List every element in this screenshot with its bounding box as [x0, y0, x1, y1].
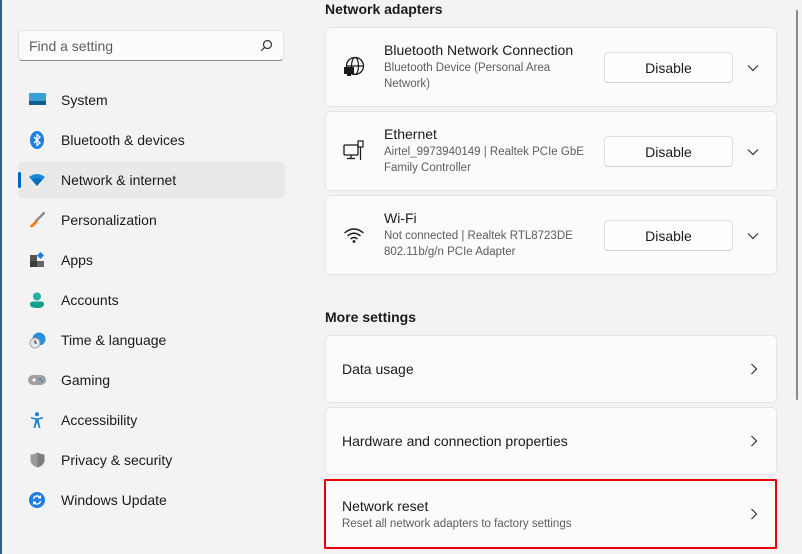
sidebar-item-label: Apps	[61, 252, 93, 268]
main-content: Network adapters Bluetooth Network Conne…	[325, 0, 778, 554]
sidebar-item-accounts[interactable]: Accounts	[18, 282, 285, 318]
sidebar-item-label: Windows Update	[61, 492, 167, 508]
sidebar: System Bluetooth & devices Network & int…	[0, 0, 300, 554]
chevron-right-icon	[746, 506, 762, 522]
sidebar-nav: System Bluetooth & devices Network & int…	[18, 82, 285, 522]
ethernet-icon	[342, 139, 366, 163]
disable-button[interactable]: Disable	[604, 220, 733, 251]
chevron-down-icon[interactable]	[745, 144, 761, 160]
update-icon	[28, 491, 46, 509]
sidebar-item-accessibility[interactable]: Accessibility	[18, 402, 285, 438]
section-title-network-adapters: Network adapters	[325, 1, 443, 17]
network-reset-link[interactable]: Network reset Reset all network adapters…	[325, 480, 777, 548]
adapter-card-wifi: Wi-Fi Not connected | Realtek RTL8723DE …	[325, 195, 777, 275]
chevron-right-icon	[746, 433, 762, 449]
sidebar-item-personalization[interactable]: Personalization	[18, 202, 285, 238]
chevron-down-icon[interactable]	[745, 228, 761, 244]
search-input[interactable]	[29, 37, 259, 54]
sidebar-item-label: Time & language	[61, 332, 167, 348]
adapter-card-ethernet: Ethernet Airtel_9973940149 | Realtek PCI…	[325, 111, 777, 191]
sidebar-item-apps[interactable]: Apps	[18, 242, 285, 278]
sidebar-item-windows-update[interactable]: Windows Update	[18, 482, 285, 518]
system-icon	[28, 91, 46, 109]
sidebar-item-system[interactable]: System	[18, 82, 285, 118]
data-usage-link[interactable]: Data usage	[325, 335, 777, 403]
link-title: Network reset	[342, 498, 429, 514]
adapter-name: Wi-Fi	[384, 210, 417, 226]
sidebar-item-label: Privacy & security	[61, 452, 173, 468]
sidebar-item-label: Accessibility	[61, 412, 138, 428]
link-subtitle: Reset all network adapters to factory se…	[342, 518, 572, 530]
sidebar-item-label: Personalization	[61, 212, 157, 228]
clock-globe-icon	[28, 331, 46, 349]
disable-button[interactable]: Disable	[604, 52, 733, 83]
account-icon	[28, 291, 46, 309]
adapter-card-bluetooth: Bluetooth Network Connection Bluetooth D…	[325, 27, 777, 107]
adapter-name: Ethernet	[384, 126, 437, 142]
sidebar-item-gaming[interactable]: Gaming	[18, 362, 285, 398]
link-title: Data usage	[342, 361, 414, 377]
scrollbar[interactable]	[796, 10, 798, 400]
accessibility-icon	[28, 411, 46, 429]
paintbrush-icon	[28, 211, 46, 229]
gamepad-icon	[28, 371, 46, 389]
sidebar-item-bluetooth[interactable]: Bluetooth & devices	[18, 122, 285, 158]
bluetooth-icon	[28, 131, 46, 149]
adapter-description: Airtel_9973940149 | Realtek PCIe GbE Fam…	[384, 146, 584, 174]
sidebar-item-privacy[interactable]: Privacy & security	[18, 442, 285, 478]
wifi-icon	[342, 223, 366, 247]
sidebar-item-label: Network & internet	[61, 172, 177, 188]
search-box[interactable]	[18, 30, 284, 61]
sidebar-item-label: Bluetooth & devices	[61, 132, 185, 148]
sidebar-item-label: System	[61, 92, 108, 108]
apps-icon	[28, 251, 46, 269]
search-icon[interactable]	[259, 39, 273, 53]
adapter-name: Bluetooth Network Connection	[384, 42, 574, 58]
adapter-description: Not connected | Realtek RTL8723DE 802.11…	[384, 230, 573, 258]
sidebar-item-time-language[interactable]: Time & language	[18, 322, 285, 358]
wifi-network-icon	[28, 171, 46, 189]
section-title-more-settings: More settings	[325, 309, 417, 325]
sidebar-item-network[interactable]: Network & internet	[18, 162, 285, 198]
disable-button[interactable]: Disable	[604, 136, 733, 167]
adapter-description: Bluetooth Device (Personal Area Network)	[384, 62, 551, 90]
hardware-properties-link[interactable]: Hardware and connection properties	[325, 407, 777, 475]
chevron-down-icon[interactable]	[745, 60, 761, 76]
sidebar-item-label: Accounts	[61, 292, 119, 308]
chevron-right-icon	[746, 361, 762, 377]
shield-icon	[28, 451, 46, 469]
sidebar-item-label: Gaming	[61, 372, 111, 388]
globe-monitor-icon	[342, 55, 366, 79]
link-title: Hardware and connection properties	[342, 433, 568, 449]
